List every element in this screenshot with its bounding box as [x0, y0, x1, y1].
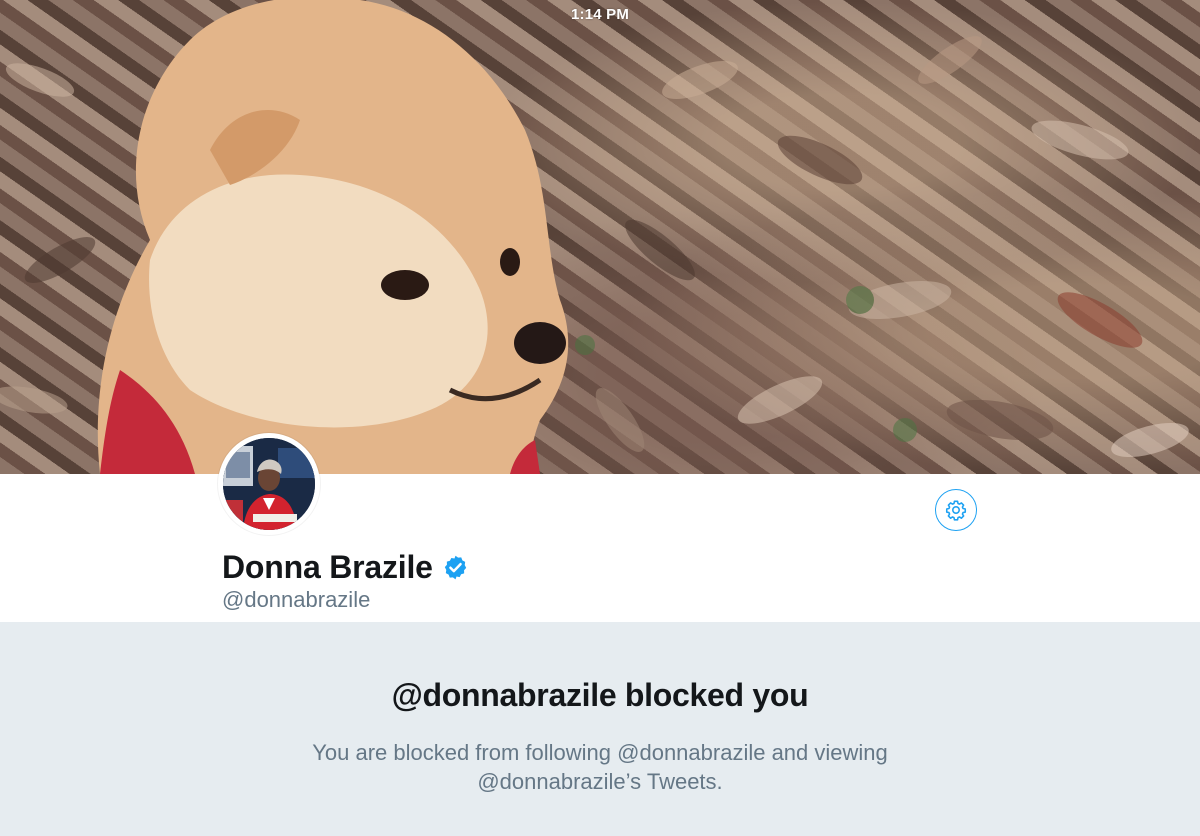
settings-button[interactable] [935, 489, 977, 531]
profile-name-row: Donna Brazile [222, 545, 469, 589]
header-photo-dog [0, 0, 1189, 474]
avatar-person-illustration [223, 438, 315, 530]
blocked-description-line-1: You are blocked from following @donnabra… [312, 740, 888, 765]
avatar[interactable] [218, 433, 320, 535]
header-banner-image: 1:14 PM [0, 0, 1200, 474]
status-bar-time: 1:14 PM [570, 6, 630, 23]
display-name: Donna Brazile [222, 548, 433, 585]
profile-page: 1:14 PM Donna Brazile @donnabrazile @don… [0, 0, 1200, 836]
blocked-description-line-2: @donnabrazile’s Tweets. [477, 769, 723, 794]
blocked-notice: @donnabrazile blocked you You are blocke… [0, 622, 1200, 836]
gear-icon [945, 500, 967, 521]
blocked-description: You are blocked from following @donnabra… [250, 738, 950, 796]
avatar-photo [223, 438, 315, 530]
blocked-title: @donnabrazile blocked you [391, 677, 809, 713]
verified-badge-icon [444, 555, 466, 579]
profile-handle: @donnabrazile [222, 587, 371, 612]
profile-card [0, 474, 1200, 622]
